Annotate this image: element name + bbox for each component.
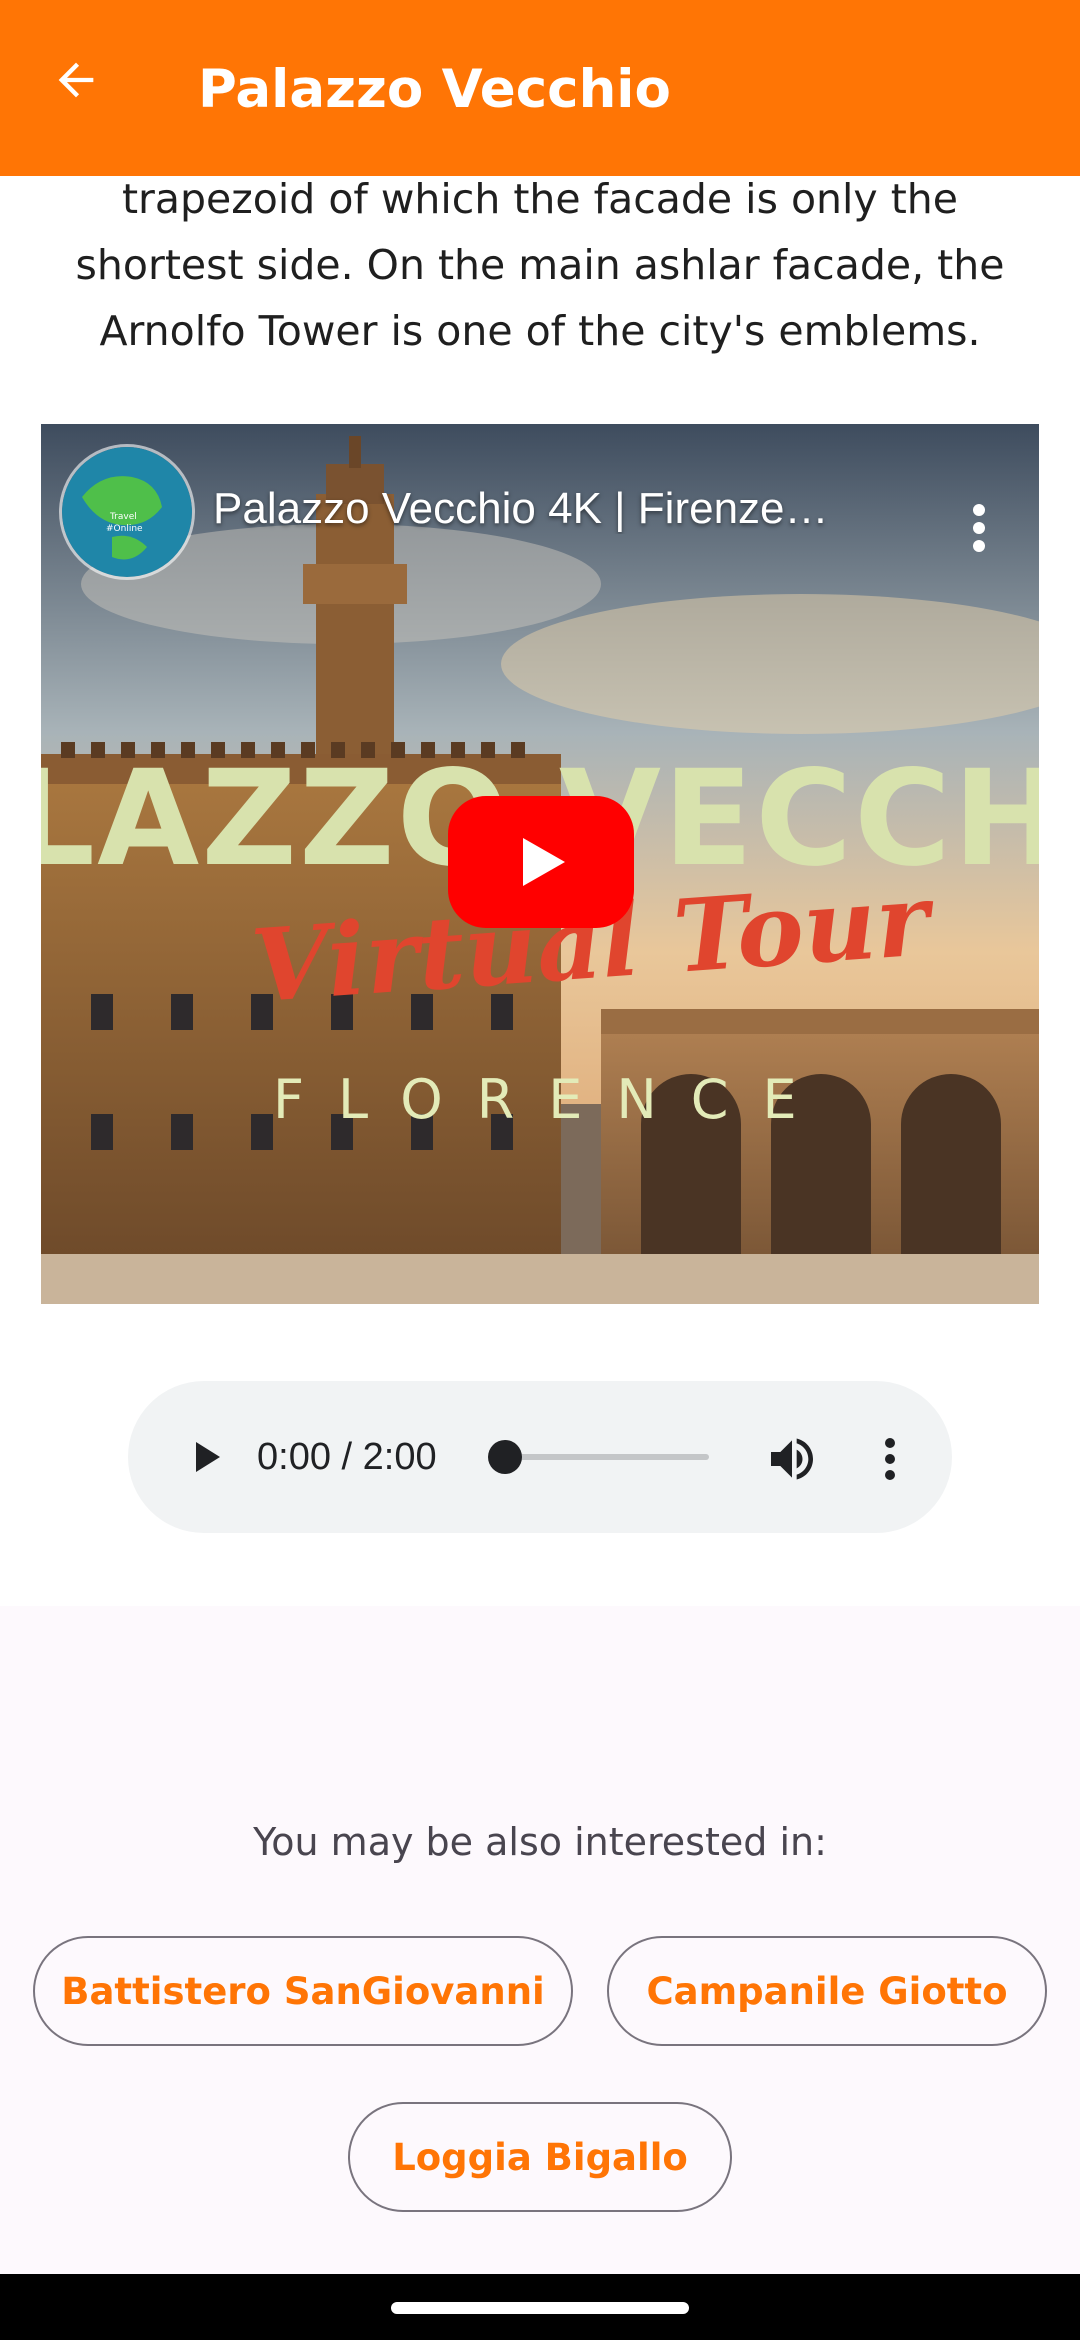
more-vert-icon — [885, 1438, 895, 1480]
play-icon — [196, 1442, 220, 1472]
audio-play-button[interactable] — [176, 1427, 236, 1487]
back-button[interactable] — [44, 48, 108, 112]
svg-text:Travel: Travel — [109, 512, 137, 522]
related-chip-loggia[interactable]: Loggia Bigallo — [348, 2102, 732, 2212]
audio-seek-bar[interactable] — [502, 1454, 709, 1460]
related-chip-campanile[interactable]: Campanile Giotto — [607, 1936, 1047, 2046]
audio-menu-button[interactable] — [862, 1431, 918, 1487]
channel-avatar[interactable]: Travel #Online — [59, 444, 195, 580]
description-text: trapezoid of which the facade is only th… — [75, 175, 1005, 355]
svg-text:#Online: #Online — [106, 524, 143, 534]
thumbnail-place: FLORENCE — [273, 1068, 831, 1131]
video-play-button[interactable] — [448, 796, 634, 928]
audio-volume-button[interactable] — [764, 1431, 820, 1487]
video-player[interactable]: LAZZO VECCH Virtual Tour FLORENCE Travel… — [41, 424, 1039, 1304]
page-title: Palazzo Vecchio — [198, 59, 671, 120]
audio-seek-knob[interactable] — [488, 1440, 522, 1474]
youtube-play-icon — [523, 838, 565, 886]
video-title[interactable]: Palazzo Vecchio 4K | Firenze… — [213, 484, 933, 534]
globe-icon: Travel #Online — [62, 447, 192, 577]
home-gesture-handle[interactable] — [391, 2302, 689, 2314]
audio-player: 0:00 / 2:00 — [128, 1381, 952, 1533]
arrow-back-icon — [58, 62, 94, 98]
video-menu-button[interactable] — [939, 488, 1019, 568]
audio-time: 0:00 / 2:00 — [257, 1436, 437, 1478]
app-bar: Palazzo Vecchio — [0, 0, 1080, 176]
more-vert-icon — [973, 504, 985, 552]
related-chip-battistero[interactable]: Battistero SanGiovanni — [33, 1936, 573, 2046]
volume-icon — [771, 1438, 813, 1480]
related-label: You may be also interested in: — [253, 1820, 827, 1864]
